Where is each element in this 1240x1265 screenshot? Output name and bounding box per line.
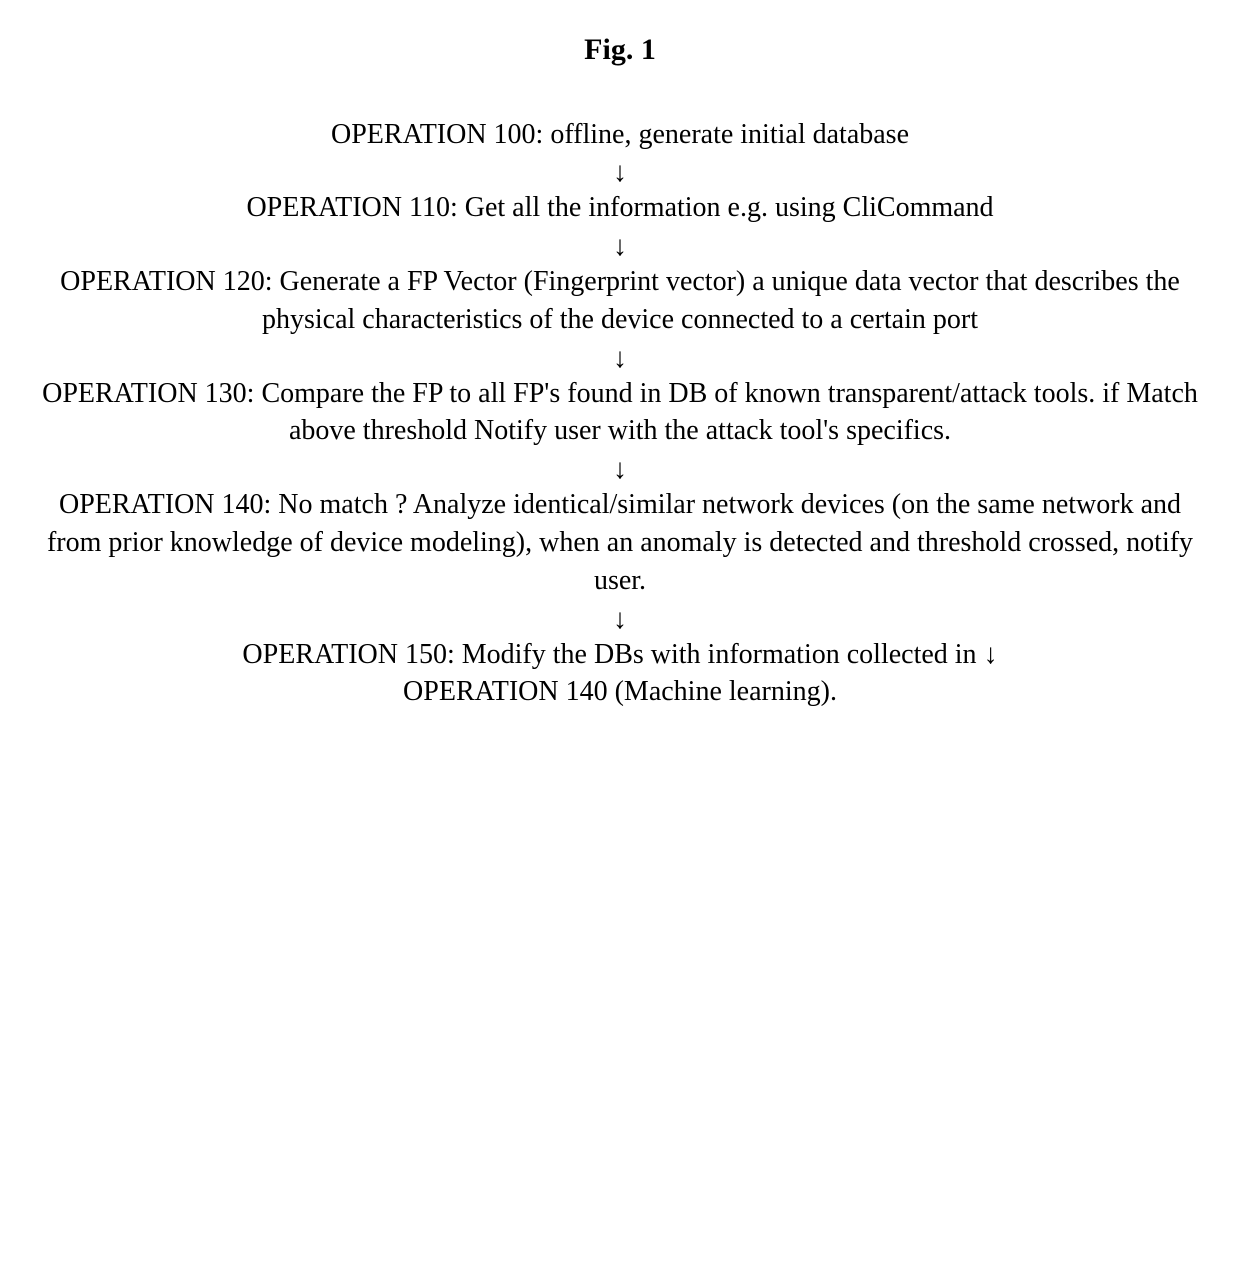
operation-150-text-a: OPERATION 150: Modify the DBs with infor… [242,639,976,670]
arrow-icon: ↓ [984,639,998,670]
arrow-icon: ↓ [40,233,1200,261]
arrow-icon: ↓ [40,456,1200,484]
operation-150-text-b: OPERATION 140 (Machine learning). [40,673,1200,711]
arrow-icon: ↓ [40,606,1200,634]
arrow-icon: ↓ [40,159,1200,187]
arrow-icon: ↓ [40,345,1200,373]
operation-140: OPERATION 140: No match ? Analyze identi… [40,486,1200,599]
operation-130: OPERATION 130: Compare the FP to all FP'… [40,375,1200,451]
operation-120: OPERATION 120: Generate a FP Vector (Fin… [40,263,1200,339]
figure-title: Fig. 1 [40,30,1200,71]
operation-150: OPERATION 150: Modify the DBs with infor… [40,636,1200,674]
flowchart: Fig. 1 OPERATION 100: offline, generate … [40,30,1200,711]
operation-110: OPERATION 110: Get all the information e… [40,189,1200,227]
operation-100: OPERATION 100: offline, generate initial… [40,116,1200,154]
